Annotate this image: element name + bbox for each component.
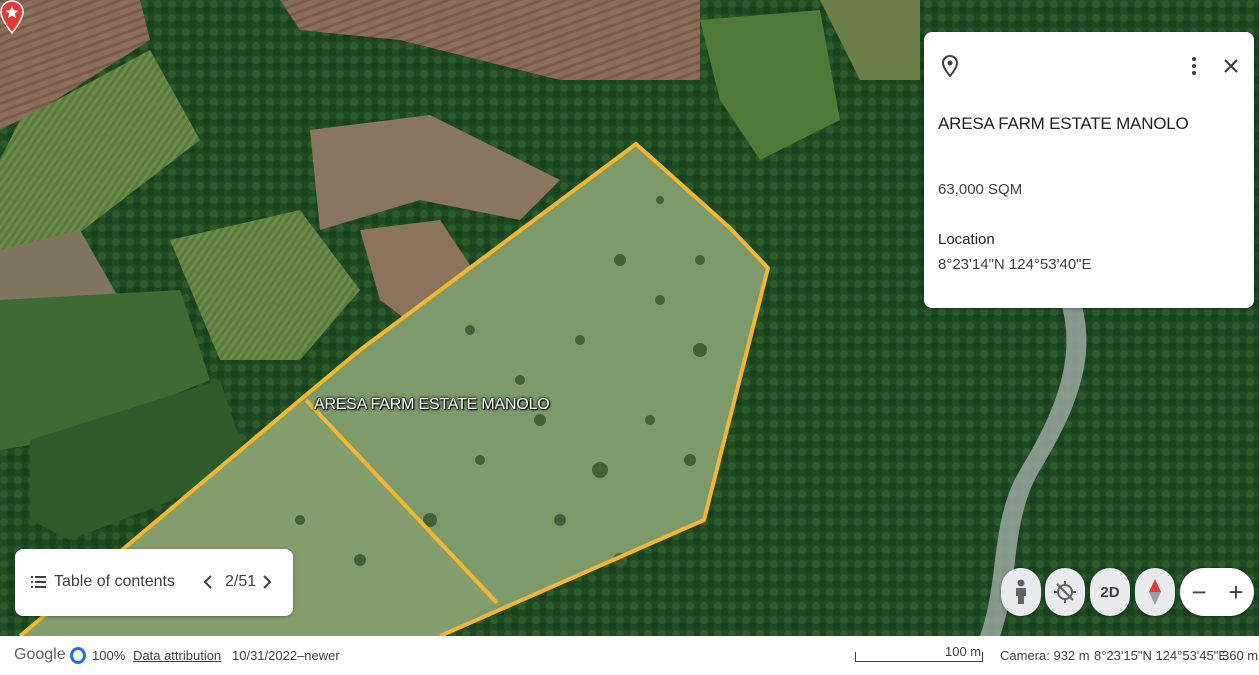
view-mode-toggle[interactable]: 2D — [1090, 568, 1130, 616]
google-logo: Google — [14, 646, 66, 663]
previous-item-button[interactable] — [199, 570, 217, 594]
next-item-button[interactable] — [258, 570, 276, 594]
more-options-button[interactable] — [1180, 52, 1208, 80]
cursor-coordinates: 8°23'15"N 124°53'45"E — [1094, 648, 1228, 663]
data-attribution-link[interactable]: Data attribution — [133, 648, 221, 663]
list-icon — [31, 576, 46, 588]
street-view-button[interactable] — [1001, 568, 1041, 616]
zoom-controls: − + — [1180, 568, 1254, 616]
panel-title: ARESA FARM ESTATE MANOLO — [938, 114, 1189, 133]
more-vert-icon — [1192, 57, 1196, 75]
recenter-button[interactable] — [1045, 568, 1085, 616]
zoom-out-button[interactable]: − — [1185, 578, 1213, 606]
close-icon — [1224, 59, 1238, 73]
scale-label: 100 m — [945, 644, 982, 659]
chevron-right-icon — [263, 575, 272, 589]
estate-pin-icon[interactable] — [0, 0, 24, 34]
status-bar: Google 100% Data attribution 10/31/2022–… — [0, 636, 1259, 675]
imagery-date: 10/31/2022–newer — [232, 648, 340, 663]
location-coordinates: 8°23'14"N 124°53'40"E — [938, 256, 1092, 273]
close-panel-button[interactable] — [1217, 52, 1245, 80]
compass-button[interactable] — [1135, 568, 1175, 616]
location-label: Location — [938, 231, 995, 248]
elevation: 360 m — [1222, 648, 1259, 663]
zoom-in-button[interactable]: + — [1222, 578, 1250, 606]
camera-altitude: Camera: 932 m — [1000, 648, 1090, 663]
feature-info-panel: ARESA FARM ESTATE MANOLO 63,000 SQM Loca… — [924, 32, 1254, 308]
chevron-left-icon — [203, 575, 212, 589]
estate-map-label[interactable]: ARESA FARM ESTATE MANOLO — [314, 396, 550, 414]
load-percent: 100% — [92, 648, 126, 663]
panel-area: 63,000 SQM — [938, 181, 1023, 198]
loading-indicator-icon — [70, 647, 86, 664]
pegman-icon — [1016, 579, 1026, 604]
page-indicator: 2/51 — [225, 573, 257, 590]
location-pin-icon — [938, 52, 962, 80]
compass-icon — [1149, 579, 1161, 605]
recenter-icon — [1054, 581, 1076, 603]
table-of-contents-button[interactable]: Table of contents — [54, 573, 175, 591]
table-of-contents-card: Table of contents 2/51 — [15, 549, 293, 616]
